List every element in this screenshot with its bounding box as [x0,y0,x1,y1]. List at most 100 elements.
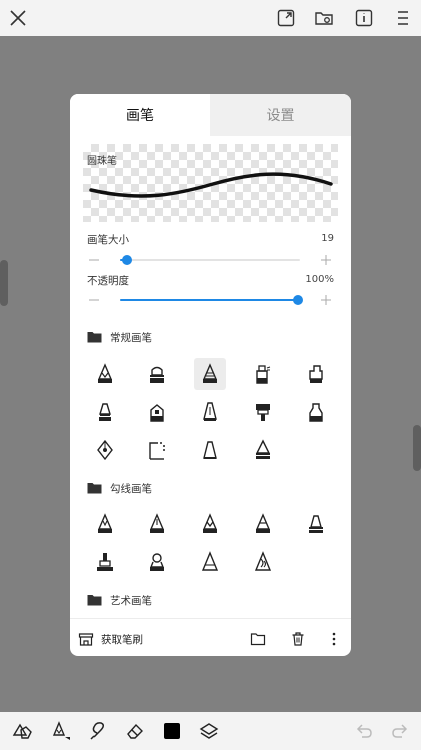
triangle-liner-brush-icon [201,551,219,571]
menu-button[interactable] [389,4,417,32]
color-swatch-icon [164,723,180,739]
opacity-slider[interactable] [120,295,303,305]
bulb-liner-brush-icon [149,553,165,571]
pen-tool[interactable] [49,719,73,743]
brush-stamp[interactable] [141,396,173,428]
brush-fine-liner[interactable] [89,508,121,540]
size-increase-icon[interactable] [320,254,332,266]
brush-wide-marker[interactable] [300,358,332,390]
brush-airbrush[interactable] [194,358,226,390]
brush-cone[interactable] [194,434,226,466]
delete-button[interactable] [288,629,308,649]
ink-liner-brush-icon [149,513,165,533]
wide-marker-brush-icon [309,365,323,383]
opacity-label: 不透明度 [87,275,129,287]
get-brushes-label: 获取笔刷 [101,633,143,646]
cone-brush-icon [203,441,217,459]
size-slider-knob[interactable] [122,255,133,265]
lasso-tool[interactable] [86,719,110,743]
folder-settings-button[interactable] [310,4,338,32]
opacity-slider-knob[interactable] [293,295,303,305]
brush-flat-pen[interactable] [89,396,121,428]
opacity-increase-icon[interactable] [320,294,332,306]
brush-preview: 圆珠笔 [83,144,338,222]
undo-button[interactable] [352,719,376,743]
panel-tabs: 画笔 设置 [70,94,351,136]
stroke-preview [89,172,333,198]
folder-icon [87,483,102,494]
redo-button[interactable] [388,719,412,743]
brush-pattern-liner[interactable] [247,546,279,578]
brush-seal-liner[interactable] [89,546,121,578]
pen-tool-icon [52,721,70,740]
bottle-brush-icon [309,403,323,422]
close-button[interactable] [4,4,32,32]
section-line-brushes[interactable]: 勾线画笔 [87,480,152,496]
brush-fountain-pen[interactable] [89,434,121,466]
size-slider[interactable] [120,255,300,265]
dotted-corner-brush-icon [149,442,165,460]
spray-brush-icon [256,365,271,384]
brush-striped-liner[interactable] [247,508,279,540]
brush-bulb-liner[interactable] [141,546,173,578]
open-folder-button[interactable] [248,629,268,649]
brush-ink-liner[interactable] [141,508,173,540]
shapes-tool[interactable] [10,719,34,743]
close-icon [10,10,26,26]
bottom-toolbar [0,712,421,750]
brush-triangle-liner[interactable] [194,546,226,578]
size-decrease-icon[interactable] [88,254,100,266]
round-marker-brush-icon [255,439,271,459]
lasso-icon [90,722,104,740]
brush-chisel[interactable] [194,396,226,428]
marker-brush-icon [150,366,164,383]
tab-brush[interactable]: 画笔 [70,94,210,136]
get-brushes-button[interactable]: 获取笔刷 [78,630,143,648]
section-regular-brushes[interactable]: 常规画笔 [87,329,152,345]
folder-icon [87,332,102,343]
layers-button[interactable] [197,719,221,743]
info-button[interactable] [350,4,378,32]
pencil-brush-icon [97,363,113,383]
section-title: 勾线画笔 [110,482,152,495]
bold-liner-brush-icon [202,513,218,533]
preview-brush-name: 圆珠笔 [87,156,117,167]
section-art-brushes[interactable]: 艺术画笔 [87,592,152,608]
eraser-tool[interactable] [123,719,147,743]
menu-icon [398,11,408,25]
more-button[interactable] [324,629,344,649]
footer-divider [70,618,351,619]
size-label: 画笔大小 [87,234,129,246]
brush-round-marker[interactable] [247,434,279,466]
folder-icon [250,633,266,646]
brush-cap-liner[interactable] [300,508,332,540]
chisel-brush-icon [203,402,217,421]
section-title: 常规画笔 [110,331,152,344]
brush-pencil[interactable] [89,358,121,390]
tab-settings[interactable]: 设置 [210,94,351,136]
opacity-decrease-icon[interactable] [88,294,100,306]
color-button[interactable] [160,719,184,743]
layers-icon [199,723,219,739]
brush-dotted-corner[interactable] [141,434,173,466]
section-title: 艺术画笔 [110,594,152,607]
eraser-icon [127,723,143,739]
flat-pen-brush-icon [99,403,111,421]
brush-bold-liner[interactable] [194,508,226,540]
folder-icon [87,595,102,606]
undo-icon [356,724,372,738]
trash-icon [292,632,304,646]
pattern-liner-brush-icon [254,551,272,571]
top-bar [0,0,421,36]
brush-spray[interactable] [247,358,279,390]
striped-liner-brush-icon [255,513,271,533]
brush-marker[interactable] [141,358,173,390]
size-value: 19 [321,233,334,244]
right-slider-handle[interactable] [413,425,421,471]
brush-paint[interactable] [247,396,279,428]
stamp-brush-icon [150,404,164,422]
left-slider-handle[interactable] [0,260,8,306]
brush-bottle[interactable] [300,396,332,428]
fullscreen-button[interactable] [272,4,300,32]
paint-brush-icon [256,404,270,421]
